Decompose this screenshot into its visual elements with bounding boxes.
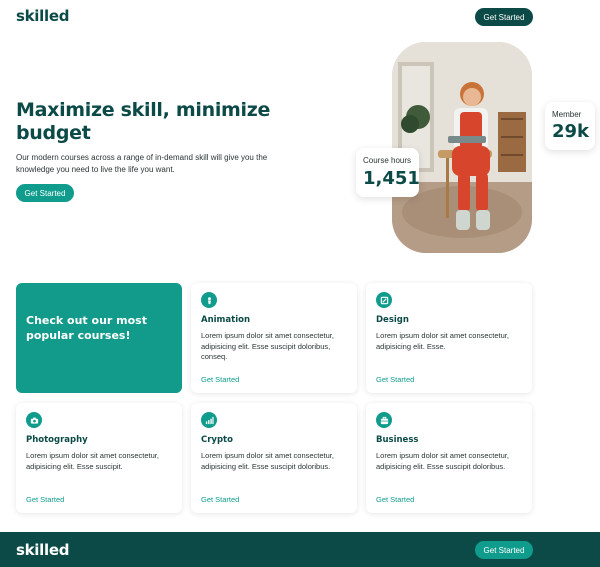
course-get-started-link[interactable]: Get Started [201, 375, 239, 384]
design-icon [376, 292, 392, 308]
course-hours-value: 1,451 [363, 168, 420, 189]
logo[interactable]: skilled [16, 7, 69, 25]
member-value: 29k [552, 121, 590, 142]
course-card-design[interactable]: Design Lorem ipsum dolor sit amet consec… [366, 283, 532, 393]
course-title: Business [376, 435, 419, 445]
course-hours-card: Course hours 1,451 [356, 148, 420, 197]
camera-icon [26, 412, 42, 428]
course-get-started-link[interactable]: Get Started [201, 495, 239, 504]
course-description: Lorem ipsum dolor sit amet consectetur, … [376, 331, 509, 351]
site-header: skilled Get Started [0, 0, 600, 34]
course-card-crypto[interactable]: Crypto Lorem ipsum dolor sit amet consec… [191, 403, 357, 513]
course-description: Lorem ipsum dolor sit amet consectetur, … [26, 451, 159, 471]
course-get-started-link[interactable]: Get Started [376, 495, 414, 504]
course-description: Lorem ipsum dolor sit amet consectetur, … [376, 451, 509, 471]
course-card-photography[interactable]: Photography Lorem ipsum dolor sit amet c… [16, 403, 182, 513]
course-description: Lorem ipsum dolor sit amet consectetur, … [201, 451, 334, 471]
course-title: Design [376, 315, 409, 325]
course-title: Photography [26, 435, 88, 445]
course-get-started-link[interactable]: Get Started [376, 375, 414, 384]
course-get-started-link[interactable]: Get Started [26, 495, 64, 504]
member-label: Member [552, 110, 582, 119]
footer-logo[interactable]: skilled [16, 541, 69, 559]
chart-icon [201, 412, 217, 428]
member-card: Member 29k [545, 102, 595, 150]
footer-get-started-button[interactable]: Get Started [475, 541, 533, 559]
briefcase-icon [376, 412, 392, 428]
hero-description: Our modern courses across a range of in-… [16, 153, 268, 174]
course-hours-label: Course hours [363, 156, 412, 165]
course-title: Animation [201, 315, 251, 325]
course-description: Lorem ipsum dolor sit amet consectetur, … [201, 331, 334, 361]
hero-title: Maximize skill, minimize budget [16, 99, 271, 144]
hero-get-started-button[interactable]: Get Started [16, 184, 74, 202]
course-card-business[interactable]: Business Lorem ipsum dolor sit amet cons… [366, 403, 532, 513]
header-get-started-button[interactable]: Get Started [475, 8, 533, 26]
course-title: Crypto [201, 435, 233, 445]
course-card-animation[interactable]: Animation Lorem ipsum dolor sit amet con… [191, 283, 357, 393]
popular-courses-card: Check out our most popular courses! [16, 283, 182, 393]
site-footer: skilled Get Started [0, 532, 600, 567]
animation-icon [201, 292, 217, 308]
popular-courses-title: Check out our most popular courses! [26, 314, 147, 342]
